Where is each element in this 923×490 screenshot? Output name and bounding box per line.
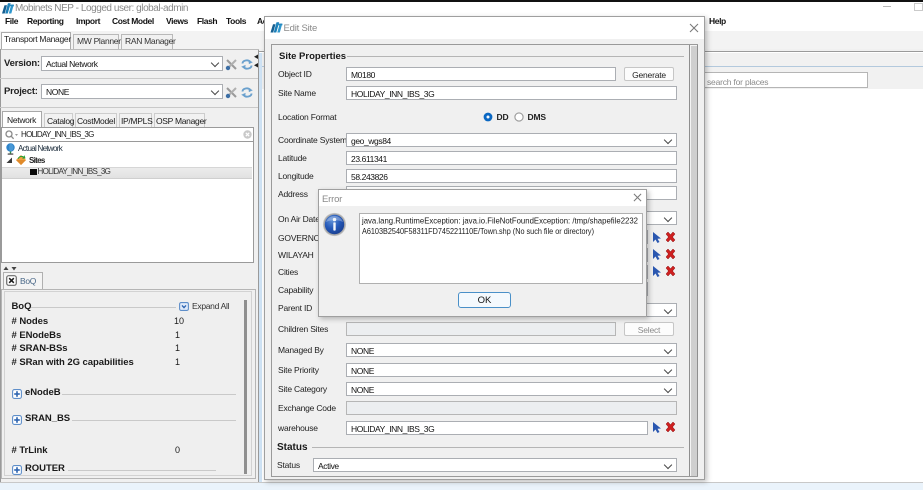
svg-text:java.lang.RuntimeException: ja: java.lang.RuntimeException: java.io.File… [361,216,638,226]
svg-text:A6103B2540F58311FD745221110E/T: A6103B2540F58311FD745221110E/Town.shp (N… [362,226,594,236]
